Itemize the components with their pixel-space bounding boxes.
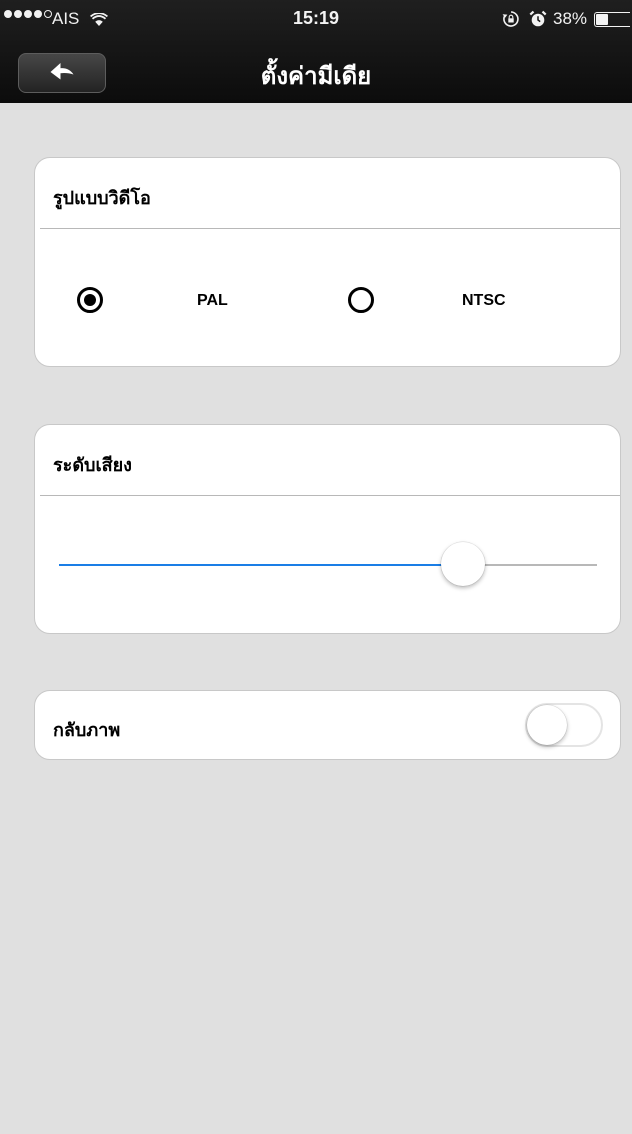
flip-image-title: กลับภาพ <box>53 720 121 741</box>
volume-slider-track[interactable] <box>59 564 597 566</box>
status-bar: AIS 15:19 38% <box>0 0 632 38</box>
alarm-icon <box>529 10 547 33</box>
volume-title: ระดับเสียง <box>53 455 132 476</box>
top-bar: AIS 15:19 38% ตั้งค่ามีเดีย <box>0 0 632 103</box>
battery-icon <box>594 12 630 27</box>
toggle-knob <box>527 705 567 745</box>
battery-percent: 38% <box>553 9 588 28</box>
radio-pal[interactable] <box>77 287 103 313</box>
divider <box>40 228 620 229</box>
volume-card: ระดับเสียง <box>34 424 621 634</box>
radio-ntsc-label[interactable]: NTSC <box>462 292 506 310</box>
rotation-lock-icon <box>502 10 520 33</box>
video-format-card: รูปแบบวิดีโอ PAL NTSC <box>34 157 621 367</box>
video-format-title: รูปแบบวิดีโอ <box>53 188 151 209</box>
radio-ntsc[interactable] <box>348 287 374 313</box>
flip-image-card: กลับภาพ <box>34 690 621 760</box>
battery-level <box>596 14 609 25</box>
radio-pal-label[interactable]: PAL <box>197 292 228 310</box>
flip-image-toggle[interactable] <box>525 703 603 747</box>
volume-slider-fill <box>59 564 463 566</box>
divider <box>40 495 620 496</box>
volume-slider-thumb[interactable] <box>440 542 485 586</box>
page-title: ตั้งค่ามีเดีย <box>260 62 372 90</box>
